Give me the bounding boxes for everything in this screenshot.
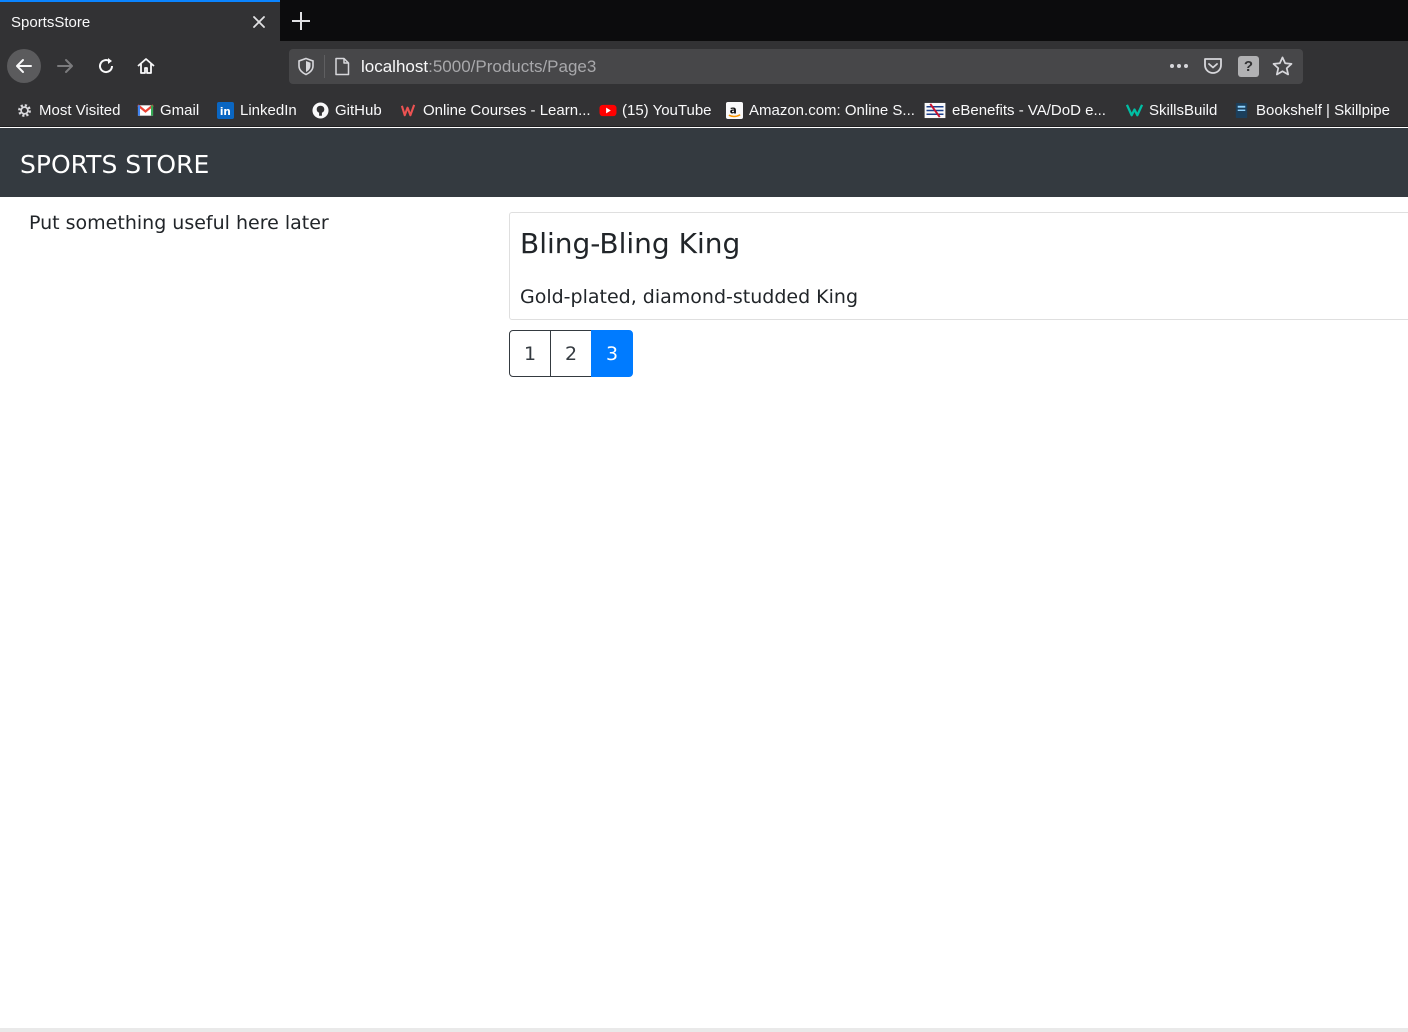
url-text[interactable]: localhost:5000/Products/Page3 [361, 57, 596, 77]
url-host: localhost [361, 57, 429, 76]
product-description: Gold-plated, diamond-studded King [520, 286, 859, 308]
bookmark-most-visited[interactable]: Most Visited [16, 100, 120, 120]
youtube-icon [599, 102, 617, 119]
url-bar[interactable]: localhost:5000/Products/Page3 ? [289, 49, 1303, 84]
bookmark-gmail[interactable]: Gmail [137, 100, 199, 120]
bookmarks-toolbar: Most Visited Gmail in LinkedIn GitHub On… [0, 91, 1408, 127]
product-name: Bling-Bling King [520, 227, 741, 260]
shield-icon[interactable] [297, 57, 315, 81]
bookmark-youtube[interactable]: (15) YouTube [599, 100, 712, 120]
home-icon [137, 58, 155, 74]
store-brand[interactable]: SPORTS STORE [20, 150, 209, 179]
navigation-bar: localhost:5000/Products/Page3 ? [0, 41, 1408, 91]
reload-button[interactable] [89, 49, 123, 83]
svg-text:in: in [220, 106, 231, 118]
browser-tab[interactable]: SportsStore [0, 0, 280, 41]
page-link-2[interactable]: 2 [550, 330, 592, 377]
bookmark-bookshelf[interactable]: Bookshelf | Skillpipe [1233, 100, 1390, 120]
bookmark-ebenefits[interactable]: eBenefits - VA/DoD e... [924, 100, 1106, 120]
sidebar-placeholder-text: Put something useful here later [29, 212, 329, 234]
pocket-icon[interactable] [1202, 55, 1224, 82]
more-actions-icon[interactable] [1167, 54, 1191, 78]
tab-title: SportsStore [11, 14, 91, 31]
help-icon[interactable]: ? [1238, 56, 1259, 77]
bookmark-online-courses[interactable]: Online Courses - Learn... [400, 100, 591, 120]
url-path: :5000/Products/Page3 [428, 57, 597, 76]
ebenefits-icon [924, 102, 946, 119]
page-link-1[interactable]: 1 [509, 330, 551, 377]
product-card: Bling-Bling King Gold-plated, diamond-st… [509, 212, 1408, 320]
page-icon [334, 57, 350, 81]
pagination: 1 2 3 [509, 330, 633, 377]
gmail-icon [137, 102, 154, 119]
bookmark-amazon[interactable]: a Amazon.com: Online S... [726, 100, 915, 120]
page-link-3[interactable]: 3 [591, 330, 633, 377]
udemy-icon [400, 102, 417, 119]
skillsbuild-icon [1125, 102, 1144, 119]
window-bottom-edge [0, 1028, 1408, 1032]
forward-arrow-icon [57, 59, 73, 73]
bookmark-linkedin[interactable]: in LinkedIn [217, 100, 297, 120]
url-separator [324, 55, 325, 78]
home-button[interactable] [129, 49, 163, 83]
linkedin-icon: in [217, 101, 234, 119]
close-icon[interactable] [248, 11, 270, 33]
bookmark-github[interactable]: GitHub [312, 100, 382, 120]
new-tab-icon[interactable] [288, 8, 314, 34]
tab-strip: SportsStore [0, 0, 1408, 41]
bookmark-star-icon[interactable] [1271, 55, 1294, 83]
forward-button[interactable] [48, 49, 82, 83]
bookmark-skillsbuild[interactable]: SkillsBuild [1125, 100, 1217, 120]
github-icon [312, 101, 329, 119]
reload-icon [99, 58, 114, 74]
back-button[interactable] [7, 49, 41, 83]
bookshelf-icon [1233, 102, 1250, 119]
gear-icon [16, 102, 33, 119]
app-header: SPORTS STORE [0, 128, 1408, 197]
amazon-icon: a [726, 101, 743, 119]
back-arrow-icon [16, 59, 32, 73]
svg-text:a: a [730, 104, 737, 116]
